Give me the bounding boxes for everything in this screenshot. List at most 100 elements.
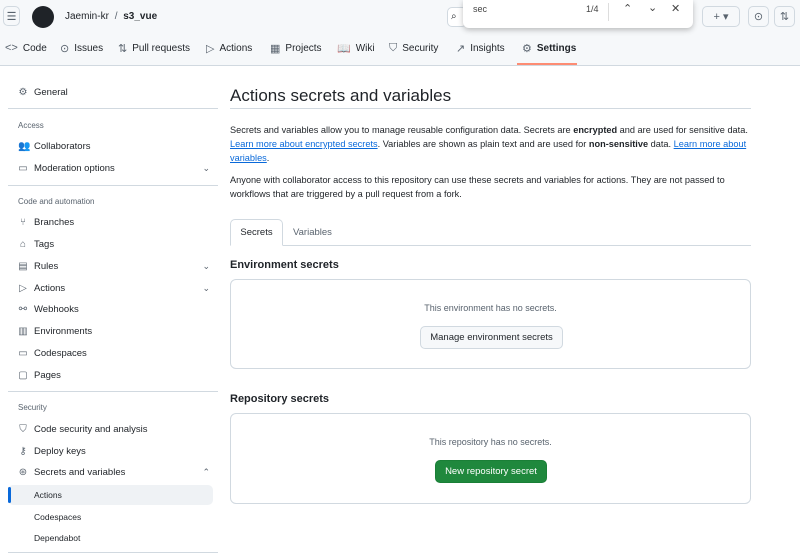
divider [608, 3, 609, 21]
shield-icon: ⛉ [18, 424, 28, 435]
menu-button[interactable]: ☰ [3, 6, 20, 26]
label: Branches [34, 217, 74, 228]
tab-settings[interactable]: ⚙ Settings [522, 42, 576, 55]
label: Actions [34, 283, 65, 294]
find-previous-icon[interactable]: ⌃ [623, 2, 632, 15]
section-heading: Access [18, 121, 44, 130]
branch-icon: ⑂ [18, 217, 28, 228]
tab-actions[interactable]: ▷Actions [206, 42, 252, 55]
sidebar-subitem-dependabot[interactable]: Dependabot [34, 533, 80, 543]
issues-button[interactable]: ⊙ [748, 6, 769, 27]
wiki-icon: 📖 [337, 42, 351, 55]
manage-environment-secrets-button[interactable]: Manage environment secrets [420, 326, 563, 349]
tab-secrets[interactable]: Secrets [230, 219, 283, 246]
gear-icon: ⚙ [522, 42, 532, 55]
tab-label: Issues [74, 43, 103, 54]
sidebar-item-codespaces[interactable]: ▭Codespaces [18, 348, 210, 359]
sidebar-subitem-codespaces[interactable]: Codespaces [34, 512, 81, 522]
text: Secrets and variables allow you to manag… [230, 125, 573, 135]
github-logo-icon[interactable] [32, 6, 54, 28]
find-input[interactable]: sec [473, 4, 487, 14]
sidebar-item-secrets[interactable]: ⊛ Secrets and variables ⌃ [18, 467, 210, 478]
empty-state-text: This environment has no secrets. [231, 303, 750, 313]
pull-requests-button[interactable]: ⇅ [774, 6, 795, 27]
sidebar-item-environments[interactable]: ▥ Environments [18, 326, 210, 337]
owner-link[interactable]: Jaemin-kr [65, 11, 109, 22]
tab-pull-requests[interactable]: ⇅Pull requests [118, 42, 190, 55]
people-icon: 👥 [18, 141, 28, 152]
insights-icon: ↗ [456, 42, 465, 55]
issue-icon: ⊙ [754, 10, 763, 23]
create-new-button[interactable]: + ▾ [702, 6, 740, 27]
comment-icon: ▭ [18, 163, 28, 174]
label: Webhooks [34, 304, 79, 315]
tab-label: Actions [219, 43, 252, 54]
tab-wiki[interactable]: 📖Wiki [337, 42, 375, 55]
repository-secrets-heading: Repository secrets [230, 393, 329, 405]
text: . Variables are shown as plain text and … [378, 139, 589, 149]
access-paragraph: Anyone with collaborator access to this … [230, 173, 755, 201]
label: Moderation options [34, 163, 115, 174]
label: Pages [34, 370, 61, 381]
tab-label: Projects [285, 43, 321, 54]
pull-request-icon: ⇅ [780, 10, 789, 23]
sidebar-item-general[interactable]: ⚙ General [18, 87, 210, 98]
tab-label: Settings [537, 43, 576, 54]
tab-projects[interactable]: ▦ Projects [270, 42, 322, 55]
repo-link[interactable]: s3_vue [123, 11, 157, 22]
pull-request-icon: ⇅ [118, 42, 127, 55]
sidebar-item-collaborators[interactable]: 👥Collaborators [18, 141, 210, 152]
learn-more-secrets-link[interactable]: Learn more about encrypted secrets [230, 139, 378, 149]
chevron-down-icon: ⌄ [202, 283, 210, 294]
sidebar-item-moderation[interactable]: ▭ Moderation options ⌄ [18, 163, 210, 174]
tabs-border [230, 245, 751, 246]
gear-icon: ⚙ [18, 87, 28, 98]
description: Secrets and variables allow you to manag… [230, 123, 755, 201]
sidebar-item-actions[interactable]: ▷Actions⌄ [18, 283, 210, 294]
code-icon: <> [5, 42, 18, 54]
sidebar-item-pages[interactable]: ▢Pages [18, 370, 210, 381]
issues-icon: ⊙ [60, 42, 69, 55]
sidebar-item-deploy-keys[interactable]: ⚷ Deploy keys [18, 446, 210, 457]
server-icon: ▥ [18, 326, 28, 337]
label: Deploy keys [34, 446, 86, 457]
sidebar-item-rules[interactable]: ▤ Rules ⌄ [18, 261, 210, 272]
sidebar-item-branches[interactable]: ⑂ Branches [18, 217, 210, 228]
label: Environments [34, 326, 92, 337]
environment-secrets-heading: Environment secrets [230, 259, 339, 271]
divider [8, 108, 218, 109]
text: non-sensitive [589, 139, 648, 149]
tab-security[interactable]: ⛉Security [389, 42, 438, 55]
hamburger-icon: ☰ [7, 10, 17, 23]
label: Secrets [240, 227, 272, 238]
chevron-down-icon: ⌄ [202, 261, 210, 272]
new-repository-secret-button[interactable]: New repository secret [435, 460, 547, 483]
sidebar-subitem-actions-label[interactable]: Actions [34, 490, 62, 500]
sidebar-item-tags[interactable]: ⌂Tags [18, 239, 210, 250]
tab-issues[interactable]: ⊙ Issues [60, 42, 103, 55]
label: Secrets and variables [34, 467, 125, 478]
chevron-up-icon: ⌃ [202, 467, 210, 478]
key-icon: ⚷ [18, 446, 28, 457]
tab-insights[interactable]: ↗Insights [456, 42, 505, 55]
projects-icon: ▦ [270, 42, 280, 55]
tab-variables[interactable]: Variables [293, 227, 332, 238]
plus-icon: + ▾ [713, 10, 728, 23]
rules-icon: ▤ [18, 261, 28, 272]
selected-indicator [8, 487, 11, 503]
label: Codespaces [34, 348, 87, 359]
find-close-icon[interactable]: ✕ [671, 2, 680, 15]
find-bar: sec 1/4 ⌃ ⌄ ✕ [463, 0, 693, 28]
label: General [34, 87, 68, 98]
sidebar-item-code-security[interactable]: ⛉Code security and analysis [18, 424, 210, 435]
asterisk-icon: ⊛ [18, 467, 28, 478]
sidebar-item-webhooks[interactable]: ⚯Webhooks [18, 304, 210, 315]
find-next-icon[interactable]: ⌄ [648, 1, 657, 14]
tab-code[interactable]: <>Code [5, 42, 47, 54]
text: encrypted [573, 125, 617, 135]
label: Rules [34, 261, 58, 272]
chevron-down-icon: ⌄ [202, 163, 210, 174]
label: Tags [34, 239, 54, 250]
divider [8, 552, 218, 553]
divider [230, 108, 751, 109]
